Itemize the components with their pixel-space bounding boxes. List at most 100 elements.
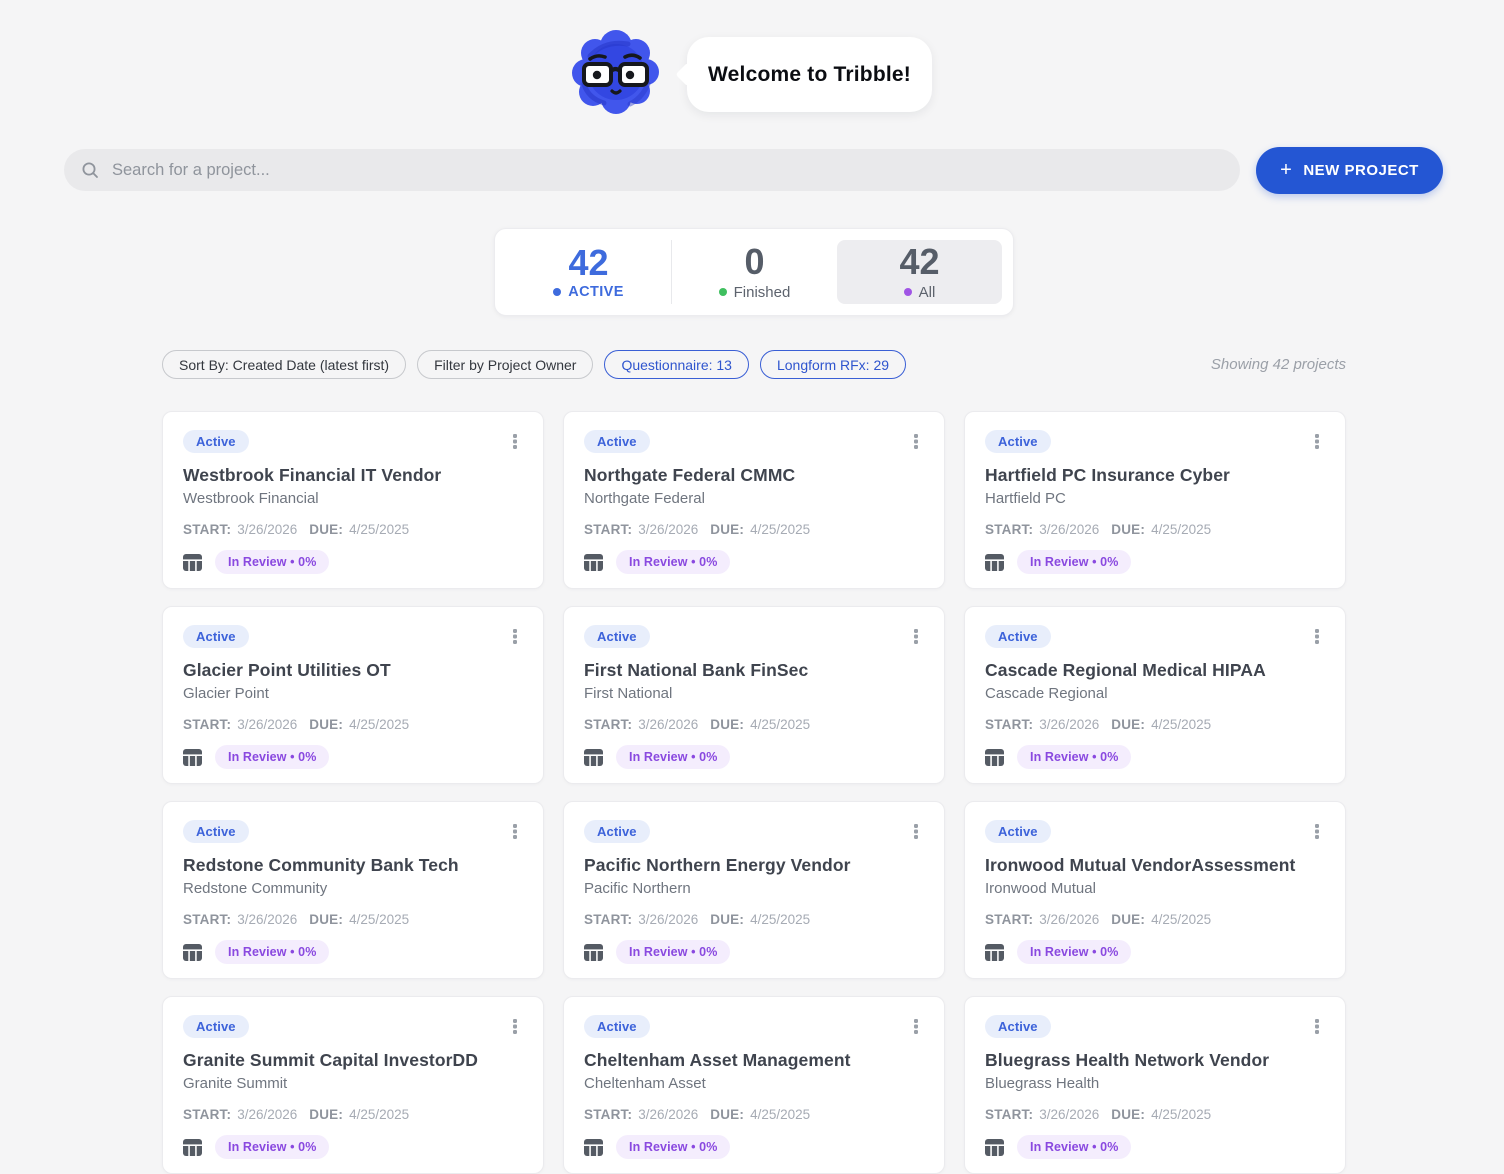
stats-card: 42 ACTIVE 0 Finished 42 All [494,228,1014,316]
start-label: START: [584,1107,633,1122]
kebab-menu-icon[interactable] [1309,628,1325,648]
search-bar[interactable] [64,149,1240,191]
start-date: 3/26/2026 [638,912,699,927]
due-date: 4/25/2025 [750,912,811,927]
owner-filter-button[interactable]: Filter by Project Owner [417,350,594,379]
start-date: 3/26/2026 [1039,912,1100,927]
table-icon [584,1138,603,1156]
project-dates: START: 3/26/2026 DUE: 4/25/2025 [183,912,523,927]
kebab-menu-icon[interactable] [908,1018,924,1038]
table-icon [584,553,603,571]
kebab-menu-icon[interactable] [908,433,924,453]
start-date: 3/26/2026 [237,1107,298,1122]
kebab-menu-icon[interactable] [507,628,523,648]
project-subtitle: Glacier Point [183,685,269,702]
stat-finished-value: 0 [744,241,765,283]
project-card[interactable]: Active First National Bank FinSec First … [563,606,945,784]
status-badge: Active [183,625,249,648]
project-title: Ironwood Mutual VendorAssessment [985,855,1296,875]
questionnaire-filter-button[interactable]: Questionnaire: 13 [604,350,749,379]
project-card[interactable]: Active Ironwood Mutual VendorAssessment … [964,801,1346,979]
new-project-label: NEW PROJECT [1303,162,1419,179]
start-date: 3/26/2026 [638,522,699,537]
due-date: 4/25/2025 [349,717,410,732]
start-date: 3/26/2026 [237,717,298,732]
project-subtitle: Ironwood Mutual [985,880,1096,897]
stat-all-label: All [918,283,936,301]
project-card[interactable]: Active Cheltenham Asset Management Chelt… [563,996,945,1174]
search-input[interactable] [99,149,1240,191]
start-date: 3/26/2026 [1039,717,1100,732]
start-label: START: [985,522,1034,537]
start-date: 3/26/2026 [638,717,699,732]
status-badge: Active [183,820,249,843]
kebab-menu-icon[interactable] [908,628,924,648]
status-badge: Active [985,1015,1051,1038]
project-subtitle: Northgate Federal [584,490,705,507]
stat-finished[interactable]: 0 Finished [671,240,837,304]
kebab-menu-icon[interactable] [1309,1018,1325,1038]
welcome-bubble: Welcome to Tribble! [687,37,932,112]
new-project-button[interactable]: + NEW PROJECT [1256,147,1443,194]
status-badge: Active [183,430,249,453]
plus-icon: + [1280,158,1293,181]
progress-pill: In Review • 0% [616,550,731,574]
project-card[interactable]: Active Northgate Federal CMMC Northgate … [563,411,945,589]
project-subtitle: Pacific Northern [584,880,691,897]
kebab-menu-icon[interactable] [507,433,523,453]
project-subtitle: Granite Summit [183,1075,288,1092]
start-label: START: [584,522,633,537]
progress-pill: In Review • 0% [215,1135,330,1159]
progress-pill: In Review • 0% [1017,745,1132,769]
progress-pill: In Review • 0% [1017,940,1132,964]
status-badge: Active [985,430,1051,453]
progress-pill: In Review • 0% [616,745,731,769]
due-label: DUE: [1111,522,1146,537]
project-card[interactable]: Active Granite Summit Capital InvestorDD… [162,996,544,1174]
kebab-menu-icon[interactable] [507,1018,523,1038]
project-card[interactable]: Active Glacier Point Utilities OT Glacie… [162,606,544,784]
kebab-menu-icon[interactable] [507,823,523,843]
due-label: DUE: [1111,1107,1146,1122]
progress-pill: In Review • 0% [1017,1135,1132,1159]
project-subtitle: Westbrook Financial [183,490,319,507]
project-card[interactable]: Active Hartfield PC Insurance Cyber Hart… [964,411,1346,589]
start-label: START: [985,1107,1034,1122]
status-badge: Active [985,820,1051,843]
project-card[interactable]: Active Westbrook Financial IT Vendor Wes… [162,411,544,589]
stat-active[interactable]: 42 ACTIVE [506,240,671,304]
stat-all[interactable]: 42 All [837,240,1002,304]
search-icon [81,161,99,179]
kebab-menu-icon[interactable] [908,823,924,843]
longform-filter-button[interactable]: Longform RFx: 29 [759,350,907,379]
due-date: 4/25/2025 [1151,1107,1212,1122]
project-dates: START: 3/26/2026 DUE: 4/25/2025 [985,912,1325,927]
kebab-menu-icon[interactable] [1309,823,1325,843]
start-label: START: [183,522,232,537]
due-label: DUE: [710,1107,745,1122]
project-card[interactable]: Active Pacific Northern Energy Vendor Pa… [563,801,945,979]
sort-by-button[interactable]: Sort By: Created Date (latest first) [162,350,407,379]
start-label: START: [183,1107,232,1122]
status-badge: Active [584,625,650,648]
project-card[interactable]: Active Redstone Community Bank Tech Reds… [162,801,544,979]
stat-active-value: 42 [568,241,609,283]
due-date: 4/25/2025 [750,717,811,732]
due-label: DUE: [710,717,745,732]
active-dot-icon [553,288,562,297]
project-card[interactable]: Active Bluegrass Health Network Vendor B… [964,996,1346,1174]
stat-active-label: ACTIVE [568,284,624,301]
due-date: 4/25/2025 [349,1107,410,1122]
project-card[interactable]: Active Cascade Regional Medical HIPAA Ca… [964,606,1346,784]
project-dates: START: 3/26/2026 DUE: 4/25/2025 [985,717,1325,732]
due-label: DUE: [309,912,344,927]
start-date: 3/26/2026 [237,912,298,927]
project-dates: START: 3/26/2026 DUE: 4/25/2025 [584,717,924,732]
due-date: 4/25/2025 [1151,912,1212,927]
due-date: 4/25/2025 [349,912,410,927]
status-badge: Active [183,1015,249,1038]
project-dates: START: 3/26/2026 DUE: 4/25/2025 [584,522,924,537]
kebab-menu-icon[interactable] [1309,433,1325,453]
project-dates: START: 3/26/2026 DUE: 4/25/2025 [183,717,523,732]
project-title: Granite Summit Capital InvestorDD [183,1050,479,1070]
